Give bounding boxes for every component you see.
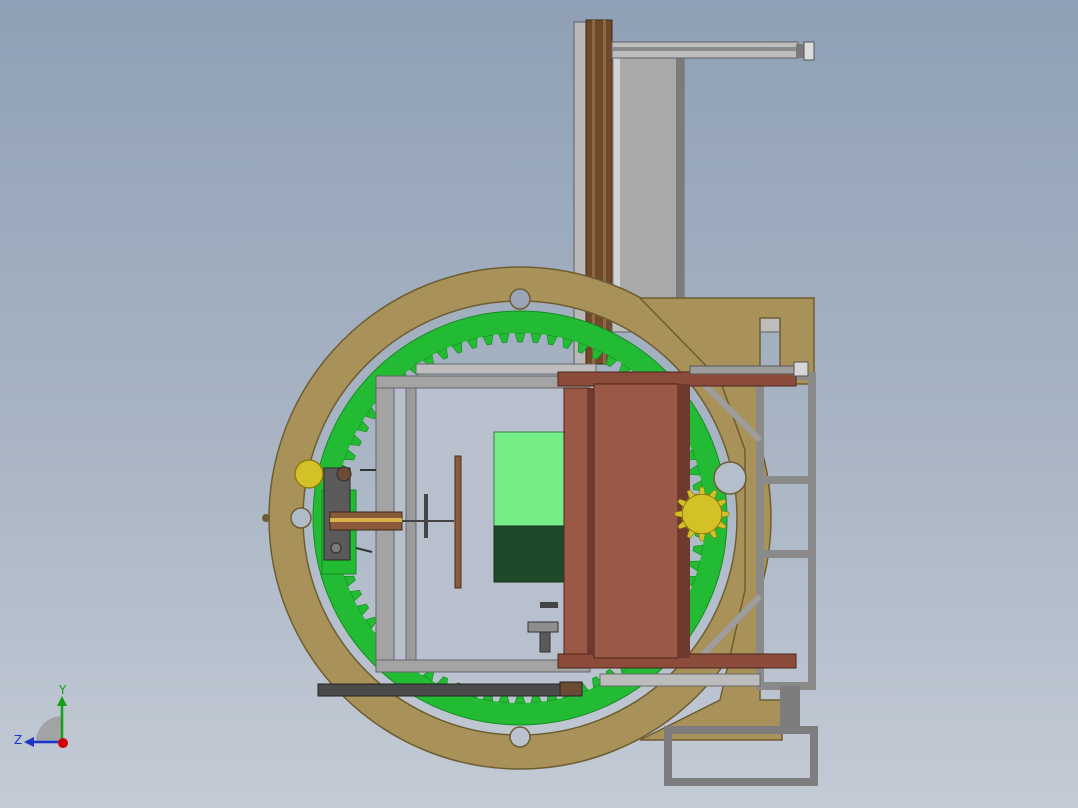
gear-tooth — [482, 334, 494, 346]
cad-viewport[interactable]: Y Z — [0, 0, 1078, 808]
pinion-tooth — [698, 486, 706, 495]
square-inner-frame — [375, 363, 597, 673]
gear-tooth — [530, 332, 542, 344]
gear-tooth — [546, 334, 558, 346]
pinion-tooth — [674, 510, 683, 518]
assembly-drawing — [262, 19, 818, 786]
pinion-tooth — [698, 533, 706, 542]
coordinate-triad-icon: Y Z — [14, 683, 68, 748]
gear-tooth — [498, 332, 510, 344]
gear-tooth — [692, 544, 704, 556]
pinion-tooth — [721, 510, 730, 518]
z-axis-label: Z — [14, 733, 22, 747]
y-axis-label: Y — [58, 683, 67, 697]
gear-tooth — [514, 332, 526, 343]
